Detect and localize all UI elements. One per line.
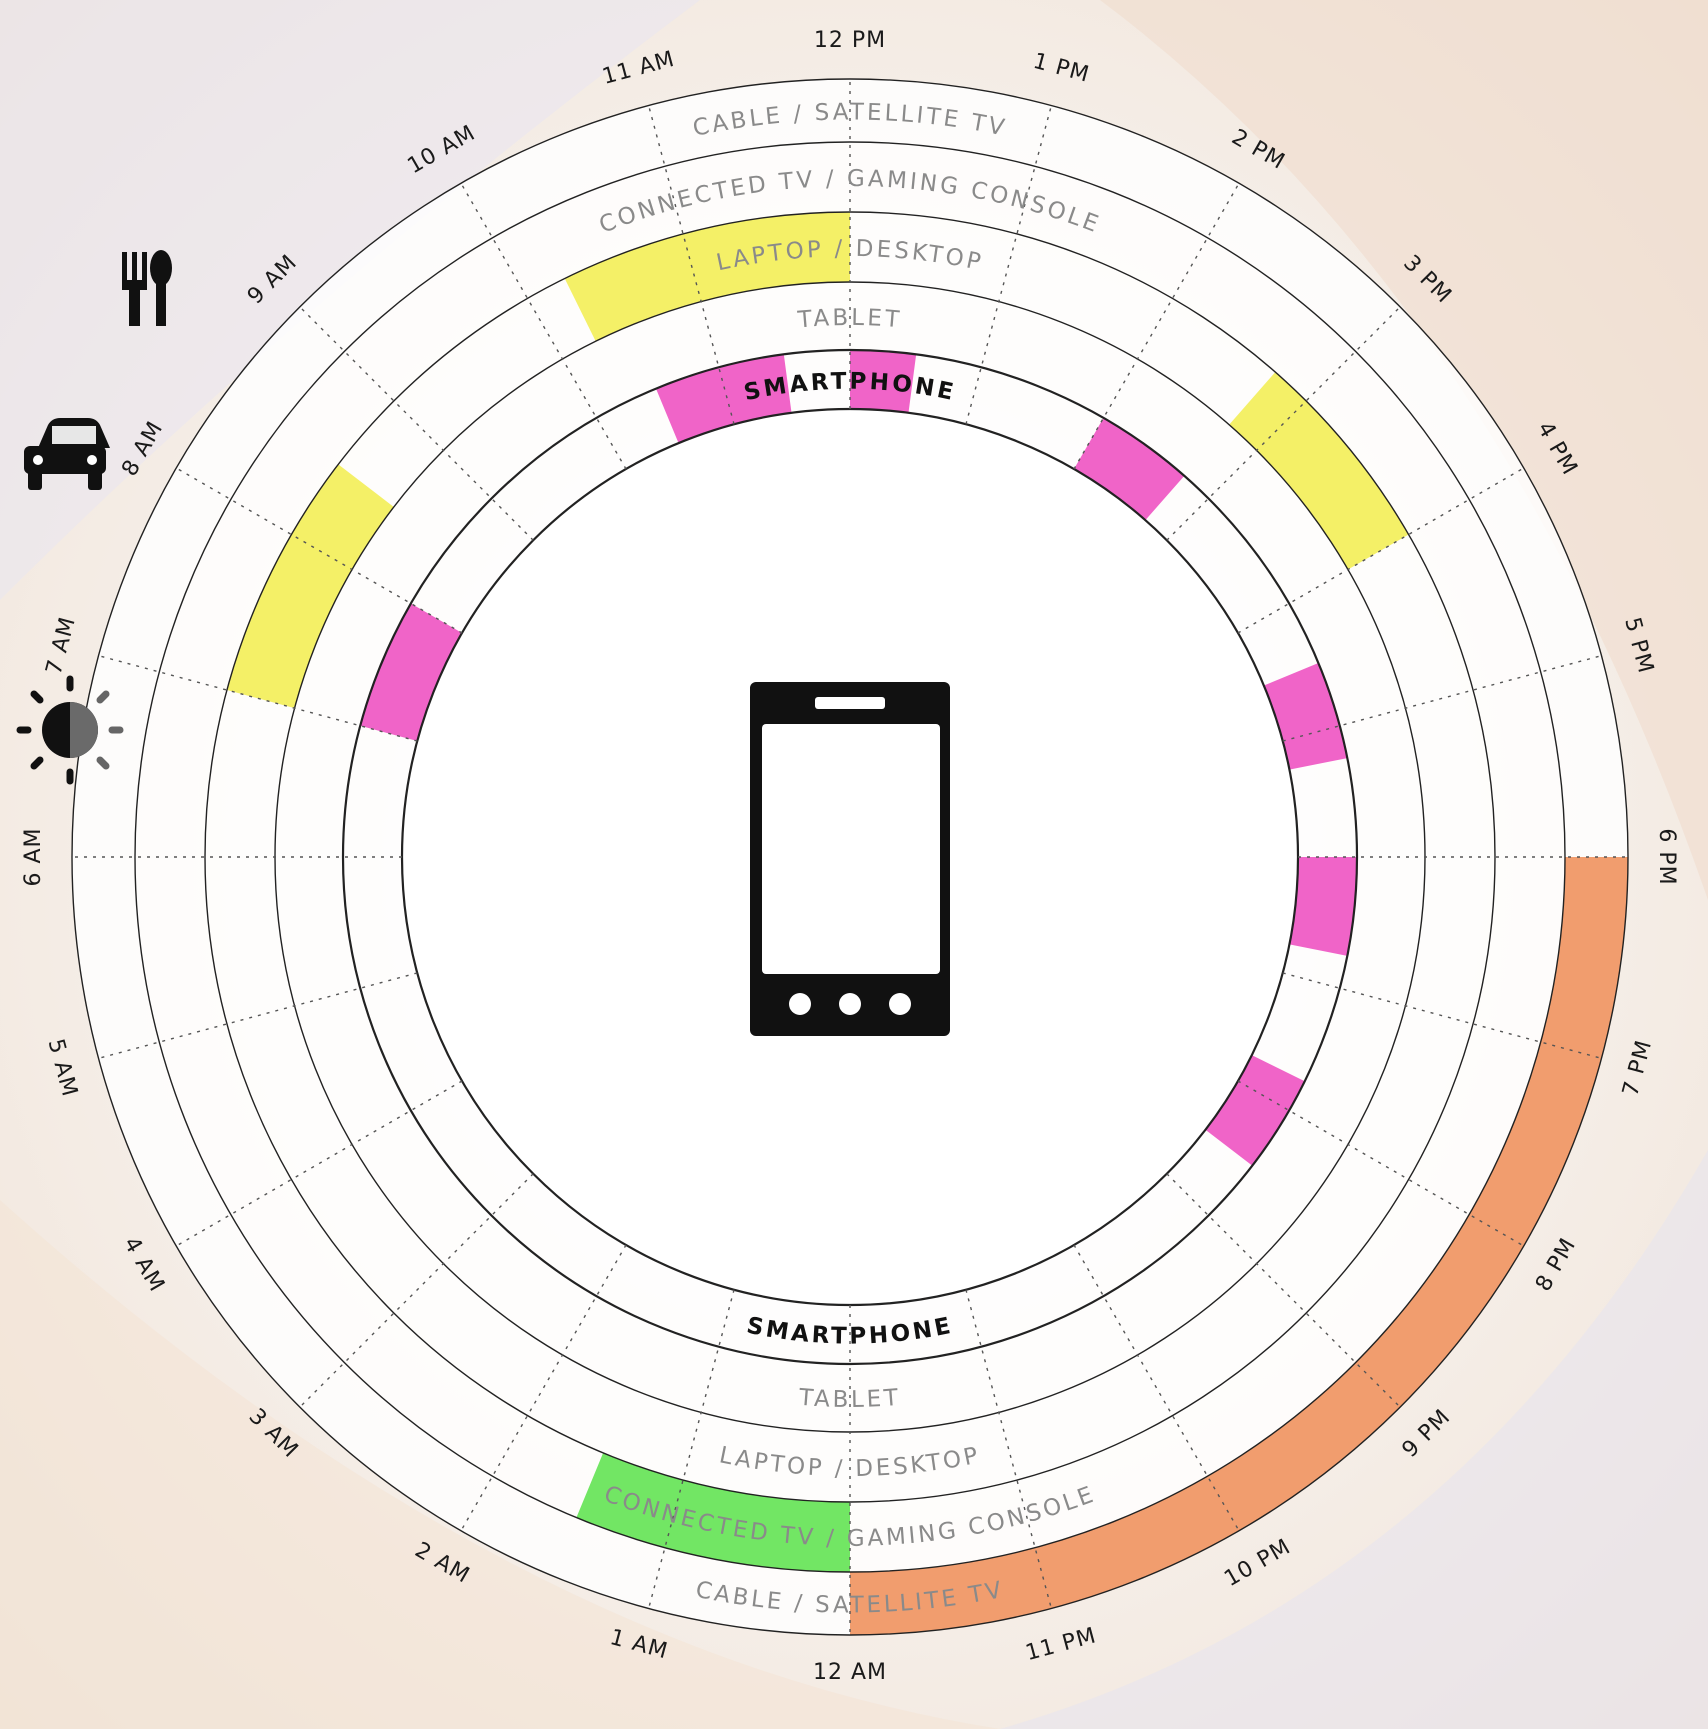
smartphone-icon — [750, 682, 950, 1036]
diagram-canvas: CABLE / SATELLITE TVCABLE / SATELLITE TV… — [0, 0, 1708, 1729]
device-usage-clock-diagram: CABLE / SATELLITE TV CABLE / SATELLITE TV… — [0, 0, 1708, 1729]
usage-block-smartphone — [1289, 857, 1357, 956]
hour-label: 6 PM — [1654, 828, 1679, 885]
hour-label: 12 AM — [813, 1660, 887, 1685]
hour-label: 12 PM — [814, 28, 886, 53]
hour-label: 6 AM — [21, 827, 46, 886]
ring-label-tablet-bottom: TABLET — [797, 1385, 902, 1413]
ring-label-tablet-top: TABLET — [796, 305, 903, 334]
